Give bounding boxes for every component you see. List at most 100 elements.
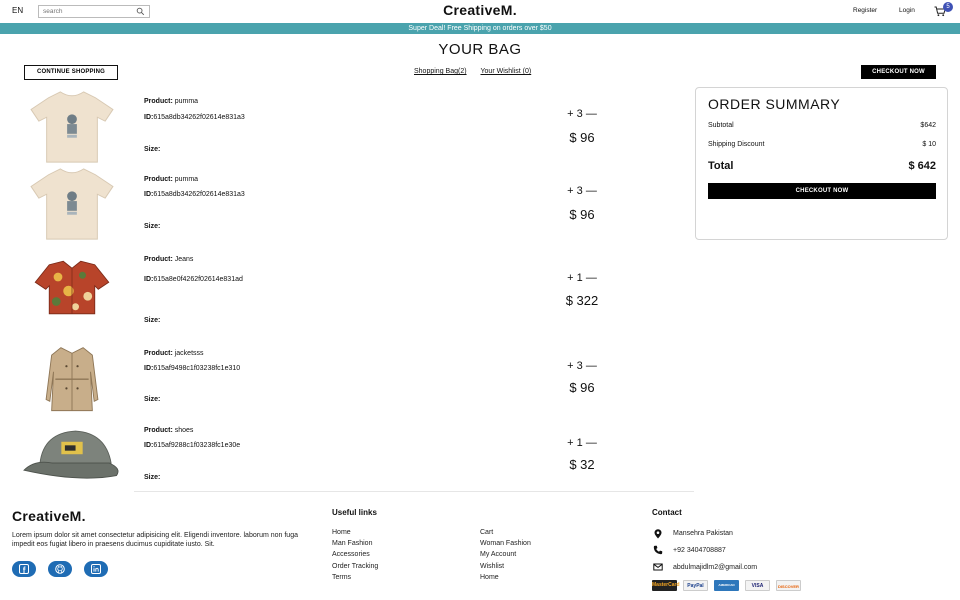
contact-phone: +92 3404708887 <box>673 547 726 554</box>
product-label: Product: <box>144 176 173 183</box>
cart-item: Product: shoes ID:615af9288c1f03238fc1e3… <box>0 420 690 492</box>
decrease-quantity-button[interactable]: — <box>586 108 597 120</box>
product-name: pumma <box>174 98 199 105</box>
shipping-discount-row: Shipping Discount $ 10 <box>708 141 936 148</box>
size-label: Size: <box>144 317 161 324</box>
id-label: ID: <box>144 114 154 121</box>
decrease-quantity-button[interactable]: — <box>586 185 597 197</box>
increase-quantity-button[interactable]: + <box>567 185 573 197</box>
contact-address: Mansehra Pakistan <box>673 530 733 537</box>
quantity-value: 1 <box>576 272 583 284</box>
cart-count-badge: 5 <box>943 2 953 12</box>
footer-link-wishlist[interactable]: Wishlist <box>480 563 504 570</box>
american-express-icon: AMERICAN EXPRESS <box>714 580 739 598</box>
product-id: 615a8e0f4262f02614e831ad <box>153 276 243 283</box>
facebook-button[interactable] <box>12 561 36 577</box>
increase-quantity-button[interactable]: + <box>567 360 573 372</box>
id-label: ID: <box>144 365 154 372</box>
patterned-shirt-icon <box>34 260 110 315</box>
useful-links-title: Useful links <box>332 508 377 517</box>
footer-link-cart[interactable]: Cart <box>480 529 493 536</box>
product-price: $ 32 <box>569 457 595 472</box>
footer-link-accessories[interactable]: Accessories <box>332 551 370 558</box>
product-name: shoes <box>174 427 194 434</box>
footer-link-home-2[interactable]: Home <box>480 574 499 581</box>
total-value: $ 642 <box>908 160 936 172</box>
order-summary: ORDER SUMMARY Subtotal $642 Shipping Dis… <box>695 87 948 240</box>
tshirt-icon <box>30 168 114 240</box>
footer-link-home[interactable]: Home <box>332 529 351 536</box>
subtotal-value: $642 <box>920 122 936 129</box>
product-name: jacketsss <box>174 350 204 357</box>
size-label: Size: <box>144 396 161 403</box>
discover-icon: DISCOVER <box>776 580 801 591</box>
size-label: Size: <box>144 223 161 230</box>
tshirt-icon <box>30 91 114 163</box>
increase-quantity-button[interactable]: + <box>567 108 573 120</box>
phone-icon <box>653 545 663 555</box>
tab-shopping-bag[interactable]: Shopping Bag(2) <box>414 68 467 75</box>
footer-logo[interactable]: CreativeM. <box>12 508 86 524</box>
total-row: Total $ 642 <box>708 160 936 172</box>
footer-description: Lorem ipsum dolor sit amet consectetur a… <box>12 532 298 548</box>
location-pin-icon <box>654 529 662 539</box>
product-price: $ 322 <box>565 293 599 308</box>
email-icon <box>653 563 663 571</box>
contact-title: Contact <box>652 508 682 517</box>
trench-coat-icon <box>45 347 99 412</box>
cap-icon <box>23 430 119 479</box>
decrease-quantity-button[interactable]: — <box>586 272 597 284</box>
quantity-stepper: + 3 — <box>560 185 604 197</box>
paypal-icon: PayPal <box>683 580 708 591</box>
quantity-value: 3 <box>576 108 583 120</box>
increase-quantity-button[interactable]: + <box>567 437 573 449</box>
shipping-discount-label: Shipping Discount <box>708 141 765 148</box>
checkout-now-button-top[interactable]: CHECKOUT NOW <box>861 65 936 79</box>
footer-link-woman-fashion[interactable]: Woman Fashion <box>480 540 531 547</box>
footer-link-man-fashion[interactable]: Man Fashion <box>332 540 372 547</box>
product-label: Product: <box>144 350 173 357</box>
quantity-value: 3 <box>576 360 583 372</box>
product-price: $ 96 <box>569 380 595 395</box>
subtotal-label: Subtotal <box>708 122 734 129</box>
continue-shopping-button[interactable]: CONTINUE SHOPPING <box>24 65 118 80</box>
cart-item: Product: pumma ID:615a8db34262f02614e831… <box>0 163 690 243</box>
quantity-stepper: + 3 — <box>560 360 604 372</box>
id-label: ID: <box>144 276 154 283</box>
cart-item: Product: jacketsss ID:615af9498c1f03238f… <box>0 340 690 420</box>
product-id: 615a8db34262f02614e831a3 <box>153 114 245 121</box>
github-icon <box>55 564 65 574</box>
quantity-stepper: + 3 — <box>560 108 604 120</box>
register-link[interactable]: Register <box>853 7 877 14</box>
decrease-quantity-button[interactable]: — <box>586 360 597 372</box>
quantity-stepper: + 1 — <box>560 272 604 284</box>
tab-wishlist[interactable]: Your Wishlist (0) <box>481 68 532 75</box>
id-label: ID: <box>144 442 154 449</box>
total-label: Total <box>708 160 734 172</box>
footer-link-terms[interactable]: Terms <box>332 574 351 581</box>
order-summary-title: ORDER SUMMARY <box>708 96 841 112</box>
page-title: YOUR BAG <box>438 41 522 58</box>
product-id: 615af9498c1f03238fc1e310 <box>153 365 241 372</box>
linkedin-icon <box>91 564 101 574</box>
github-button[interactable] <box>48 561 72 577</box>
footer-link-order-tracking[interactable]: Order Tracking <box>332 563 378 570</box>
quantity-stepper: + 1 — <box>560 437 604 449</box>
navbar: EN CreativeM. Register Login 5 <box>0 0 960 23</box>
mastercard-icon: MasterCard <box>652 580 680 591</box>
increase-quantity-button[interactable]: + <box>567 272 573 284</box>
cart-item: Product: pumma ID:615a8db34262f02614e831… <box>0 86 690 166</box>
linkedin-button[interactable] <box>84 561 108 577</box>
decrease-quantity-button[interactable]: — <box>586 437 597 449</box>
size-label: Size: <box>144 146 161 153</box>
checkout-now-button[interactable]: CHECKOUT NOW <box>708 183 936 199</box>
size-label: Size: <box>144 474 161 481</box>
cart-item: Product: Jeans ID:615a8e0f4262f02614e831… <box>0 250 690 330</box>
product-label: Product: <box>144 256 173 263</box>
product-name: pumma <box>174 176 199 183</box>
site-logo[interactable]: CreativeM. <box>0 2 960 18</box>
login-link[interactable]: Login <box>899 7 915 14</box>
product-id: 615a8db34262f02614e831a3 <box>153 191 245 198</box>
footer-link-my-account[interactable]: My Account <box>480 551 516 558</box>
product-label: Product: <box>144 98 173 105</box>
